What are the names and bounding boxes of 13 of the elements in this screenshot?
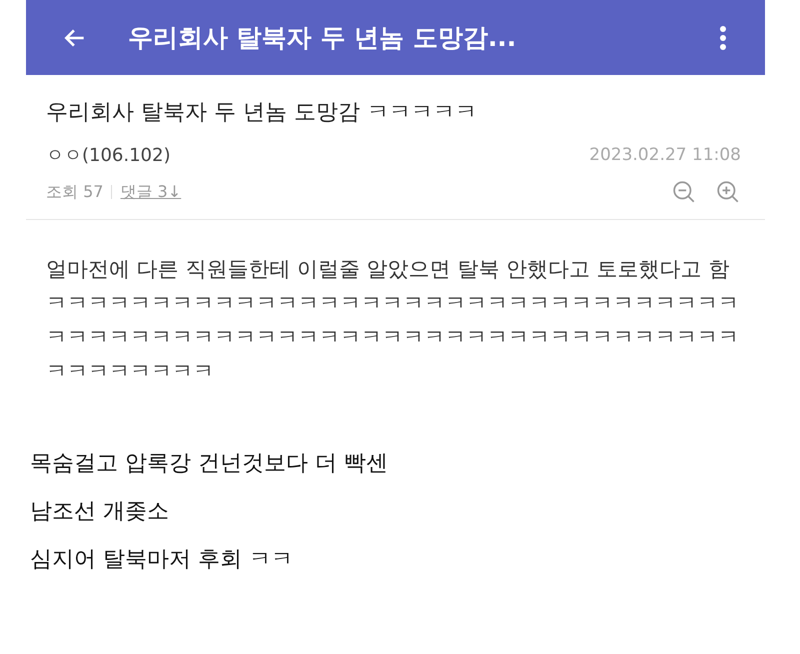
post-body: 얼마전에 다른 직원들한테 이럴줄 알았으면 탈북 안했다고 토로했다고 함 ㅋㅋㅋㅋㅋㅋㅋㅋㅋㅋㅋㅋㅋㅋㅋㅋㅋㅋㅋㅋㅋㅋㅋㅋㅋㅋㅋㅋㅋㅋㅋㅋㅋㅋㅋㅋㅋㅋㅋㅋㅋㅋㅋㅋㅋㅋㅋㅋㅋㅋㅋㅋㅋㅋㅋㅋㅋㅋㅋㅋㅋㅋㅋㅋㅋㅋㅋㅋㅋㅋㅋㅋㅋㅋ bbox=[45, 256, 740, 385]
caption-line: 목숨걸고 압록강 건넌것보다 더 빡센 bbox=[30, 450, 389, 478]
post-date: 2023.02.27 11:08 bbox=[589, 145, 741, 165]
post-title: 우리회사 탈북자 두 년놈 도망감 ㅋㅋㅋㅋㅋ bbox=[46, 99, 478, 127]
zoom-out-icon[interactable] bbox=[671, 179, 697, 205]
caption-line: 심지어 탈북마저 후회 ㅋㅋ bbox=[30, 546, 294, 574]
comment-link[interactable]: 댓글 3↓ bbox=[120, 182, 182, 202]
app-bar-title: 우리회사 탈북자 두 년놈 도망감... bbox=[128, 22, 518, 54]
author-name: ㅇㅇ(106.102) bbox=[46, 144, 170, 167]
view-count: 조회 57 bbox=[46, 182, 104, 202]
zoom-in-icon[interactable] bbox=[715, 179, 741, 205]
caption-line: 남조선 개좆소 bbox=[30, 498, 170, 526]
more-icon[interactable] bbox=[719, 24, 727, 50]
